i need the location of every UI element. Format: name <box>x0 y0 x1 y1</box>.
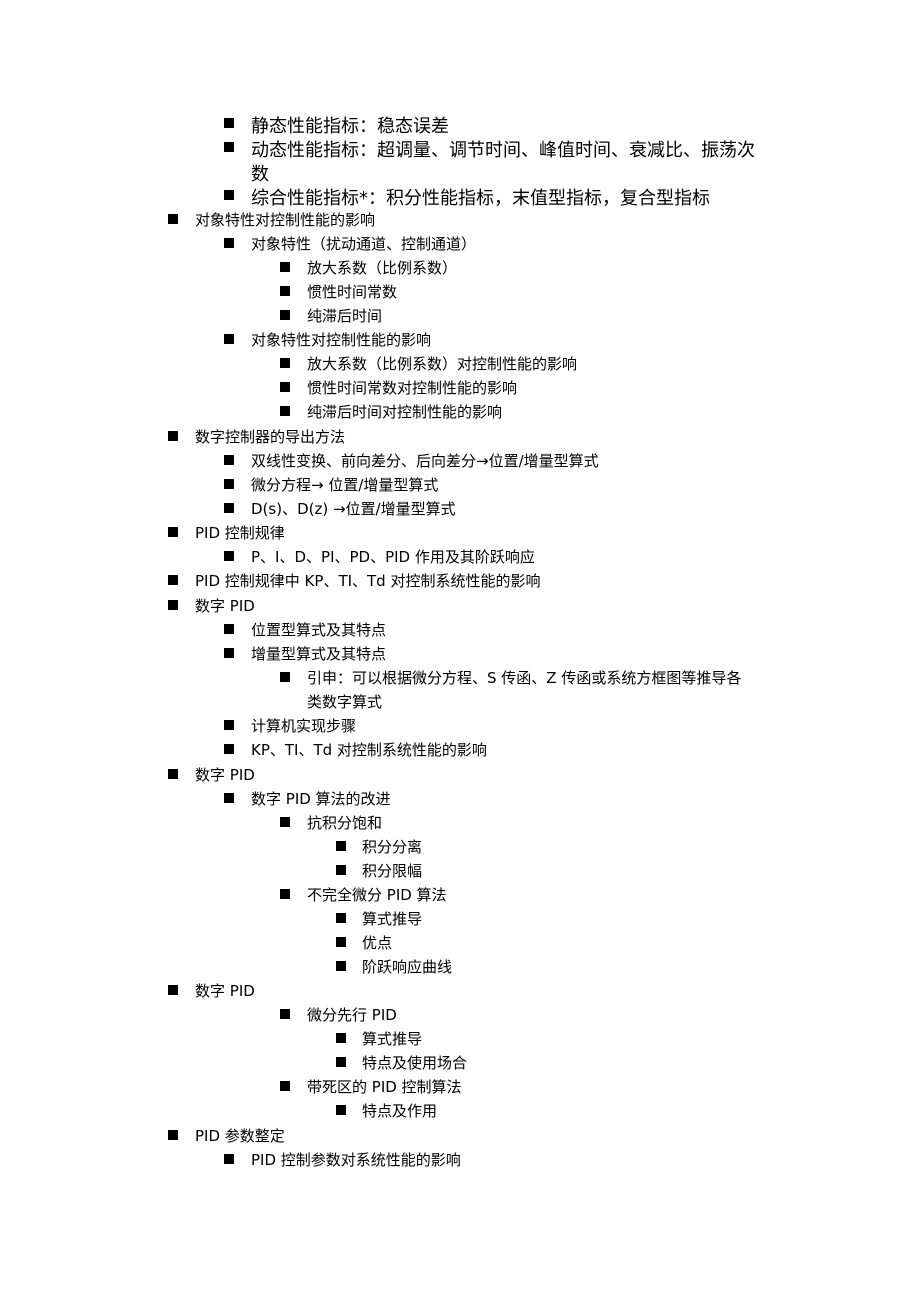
bullet-icon <box>336 841 346 851</box>
bullet-icon <box>168 1130 178 1140</box>
outline-item-level-2: 综合性能指标*：积分性能指标，末值型指标，复合型指标 <box>251 188 710 209</box>
outline-item-level-2: 计算机实现步骤 <box>251 717 357 735</box>
bullet-icon <box>336 1057 346 1067</box>
bullet-icon <box>280 310 290 320</box>
outline-item-level-4: 阶跃响应曲线 <box>362 958 453 976</box>
bullet-icon <box>280 358 290 368</box>
outline-item-level-4: 优点 <box>362 934 393 952</box>
outline-item-level-2: 增量型算式及其特点 <box>251 645 387 663</box>
outline-item-continuation: 类数字算式 <box>307 693 383 711</box>
bullet-icon <box>336 961 346 971</box>
bullet-icon <box>280 262 290 272</box>
bullet-icon <box>168 769 178 779</box>
bullet-icon <box>336 1105 346 1115</box>
bullet-icon <box>280 382 290 392</box>
outline-item-level-2: D(s)、D(z) →位置/增量型算式 <box>251 500 456 518</box>
outline-item-level-1: 数字 PID <box>195 982 255 1000</box>
bullet-icon <box>224 238 234 248</box>
bullet-icon <box>336 1033 346 1043</box>
bullet-icon <box>224 190 234 200</box>
outline-item-level-1: 数字控制器的导出方法 <box>195 428 346 446</box>
bullet-icon <box>168 600 178 610</box>
bullet-icon <box>224 455 234 465</box>
outline-item-level-3: 不完全微分 PID 算法 <box>307 886 447 904</box>
bullet-icon <box>224 118 234 128</box>
outline-item-continuation: 数 <box>251 164 269 185</box>
outline-item-level-3: 引申：可以根据微分方程、S 传函、Z 传函或系统方框图等推导各 <box>307 669 742 687</box>
bullet-icon <box>280 672 290 682</box>
bullet-icon <box>224 503 234 513</box>
outline-item-level-3: 带死区的 PID 控制算法 <box>307 1078 462 1096</box>
bullet-icon <box>280 889 290 899</box>
outline-item-level-3: 惯性时间常数对控制性能的影响 <box>307 379 518 397</box>
bullet-icon <box>224 334 234 344</box>
outline-item-level-1: 对象特性对控制性能的影响 <box>195 211 376 229</box>
bullet-icon <box>224 551 234 561</box>
outline-item-level-2: 动态性能指标：超调量、调节时间、峰值时间、衰减比、振荡次 <box>251 140 755 161</box>
bullet-icon <box>336 865 346 875</box>
outline-item-level-1: 数字 PID <box>195 597 255 615</box>
outline-item-level-4: 特点及使用场合 <box>362 1054 468 1072</box>
outline-item-level-2: 位置型算式及其特点 <box>251 621 387 639</box>
outline-item-level-1: PID 控制规律 <box>195 524 285 542</box>
bullet-icon <box>280 406 290 416</box>
outline-item-level-4: 积分限幅 <box>362 862 423 880</box>
outline-item-level-4: 特点及作用 <box>362 1102 438 1120</box>
bullet-icon <box>224 720 234 730</box>
bullet-icon <box>280 1081 290 1091</box>
bullet-icon <box>168 431 178 441</box>
bullet-icon <box>224 624 234 634</box>
bullet-icon <box>336 913 346 923</box>
outline-item-level-1: PID 控制规律中 KP、TI、Td 对控制系统性能的影响 <box>195 572 541 590</box>
outline-item-level-2: KP、TI、Td 对控制系统性能的影响 <box>251 741 487 759</box>
outline-item-level-3: 惯性时间常数 <box>307 283 398 301</box>
outline-item-level-4: 算式推导 <box>362 910 423 928</box>
bullet-icon <box>168 575 178 585</box>
outline-item-level-2: 对象特性（扰动通道、控制通道） <box>251 235 477 253</box>
outline-item-level-3: 放大系数（比例系数）对控制性能的影响 <box>307 355 578 373</box>
outline-item-level-3: 纯滞后时间对控制性能的影响 <box>307 403 503 421</box>
outline-item-level-3: 抗积分饱和 <box>307 814 383 832</box>
bullet-icon <box>224 744 234 754</box>
outline-item-level-4: 算式推导 <box>362 1030 423 1048</box>
outline-item-level-2: 静态性能指标：稳态误差 <box>251 116 449 137</box>
outline-item-level-2: P、I、D、PI、PD、PID 作用及其阶跃响应 <box>251 548 535 566</box>
bullet-icon <box>224 648 234 658</box>
bullet-icon <box>168 214 178 224</box>
outline-item-level-2: 微分方程→ 位置/增量型算式 <box>251 476 439 494</box>
bullet-icon <box>280 817 290 827</box>
outline-item-level-2: 数字 PID 算法的改进 <box>251 790 391 808</box>
outline-item-level-1: PID 参数整定 <box>195 1127 285 1145</box>
bullet-icon <box>224 793 234 803</box>
outline-item-level-3: 放大系数（比例系数） <box>307 259 458 277</box>
bullet-icon <box>280 286 290 296</box>
outline-item-level-3: 纯滞后时间 <box>307 307 383 325</box>
bullet-icon <box>168 985 178 995</box>
bullet-icon <box>224 142 234 152</box>
bullet-icon <box>168 527 178 537</box>
bullet-icon <box>280 1009 290 1019</box>
outline-item-level-1: 数字 PID <box>195 766 255 784</box>
outline-item-level-4: 积分分离 <box>362 838 423 856</box>
outline-item-level-2: 双线性变换、前向差分、后向差分→位置/增量型算式 <box>251 452 599 470</box>
outline-item-level-2: 对象特性对控制性能的影响 <box>251 331 432 349</box>
bullet-icon <box>336 937 346 947</box>
bullet-icon <box>224 1154 234 1164</box>
outline-item-level-2: PID 控制参数对系统性能的影响 <box>251 1151 461 1169</box>
outline-item-level-3: 微分先行 PID <box>307 1006 397 1024</box>
bullet-icon <box>224 479 234 489</box>
